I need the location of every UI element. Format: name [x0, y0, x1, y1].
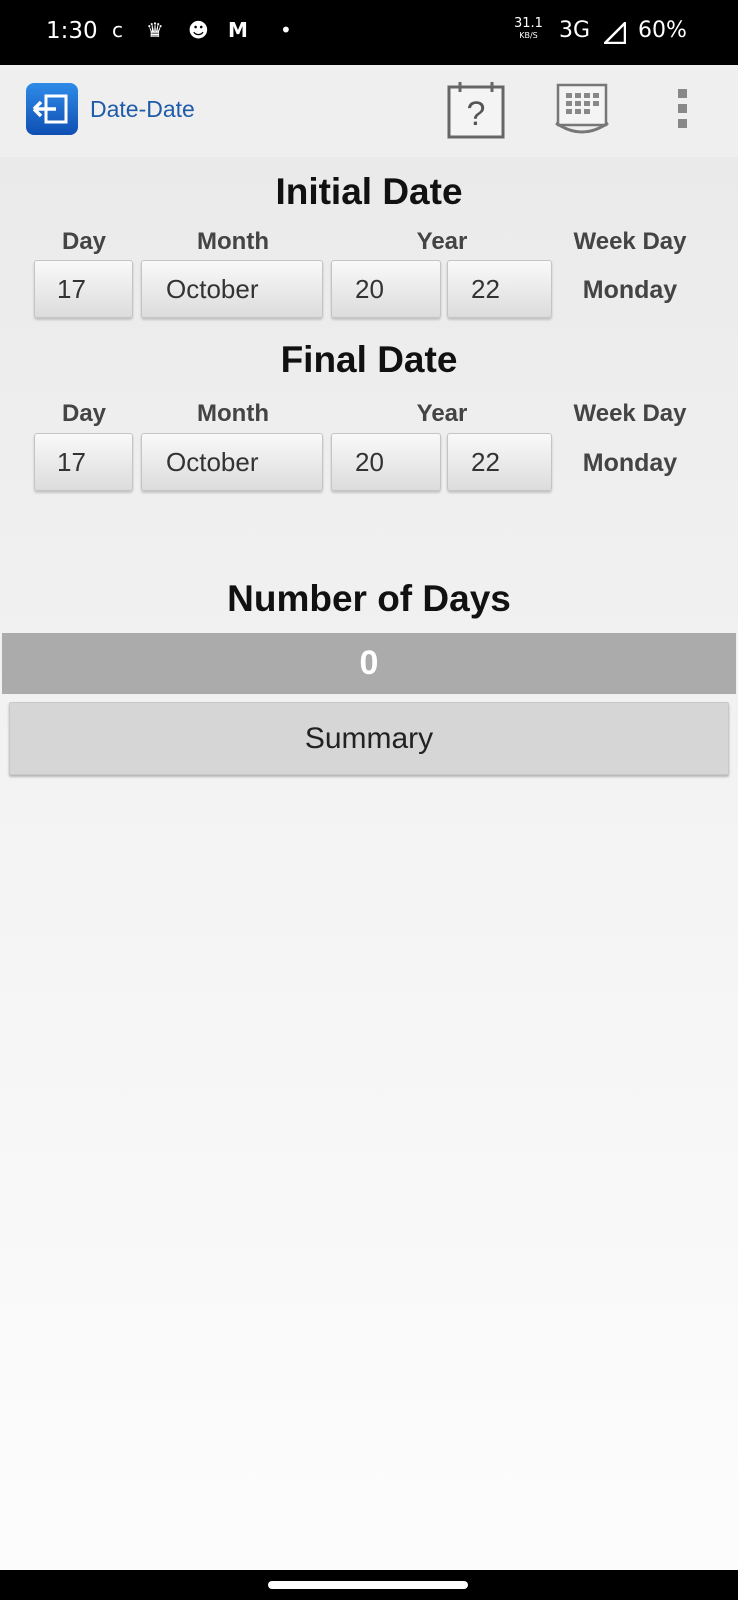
final-weekday-value: Monday [582, 449, 678, 477]
initial-month-label: Month [197, 228, 269, 255]
m-icon: M [228, 18, 248, 42]
signal-icon [604, 22, 626, 44]
final-month-label: Month [197, 400, 269, 427]
reddit-icon: ☻ [188, 18, 209, 42]
initial-year-decade-field[interactable]: 22 [447, 260, 552, 318]
crown-icon: ♛ [146, 18, 164, 42]
final-month-field[interactable]: October [141, 433, 323, 491]
final-day-field[interactable]: 17 [34, 433, 133, 491]
final-day-label: Day [61, 400, 107, 427]
initial-year-century-field[interactable]: 20 [331, 260, 441, 318]
app-title: Date-Date [90, 96, 195, 122]
speed-unit: KB/S [519, 31, 538, 40]
final-date-title: Final Date [280, 339, 458, 380]
final-year-decade-field[interactable]: 22 [447, 433, 552, 491]
navigation-bar [0, 1570, 738, 1600]
clock: 1:30 [46, 18, 98, 44]
initial-weekday-label: Week Day [573, 228, 687, 255]
svg-text:?: ? [467, 95, 486, 133]
status-bar: 1:30 c ♛ ☻ M • 31.1 KB/S 3G 60% [0, 0, 738, 65]
network-type: 3G [559, 18, 591, 43]
c-icon: c [112, 18, 123, 42]
final-year-label: Year [416, 400, 468, 427]
initial-month-field[interactable]: October [141, 260, 323, 318]
initial-year-label: Year [416, 228, 468, 255]
network-speed: 31.1 KB/S [514, 16, 543, 42]
overflow-menu-icon[interactable] [670, 89, 694, 133]
speed-value: 31.1 [514, 16, 543, 31]
home-handle[interactable] [268, 1581, 468, 1589]
initial-weekday-value: Monday [582, 276, 678, 304]
dot-icon: • [280, 18, 292, 42]
number-of-days-value: 0 [2, 633, 736, 694]
initial-date-title: Initial Date [275, 171, 463, 212]
recurring-calendar-icon[interactable] [552, 79, 612, 139]
summary-button[interactable]: Summary [9, 702, 729, 775]
final-year-century-field[interactable]: 20 [331, 433, 441, 491]
back-arrow-icon[interactable] [26, 83, 78, 135]
number-of-days-title: Number of Days [227, 578, 511, 619]
initial-day-label: Day [61, 228, 107, 255]
initial-day-field[interactable]: 17 [34, 260, 133, 318]
app-bar: Date-Date ? [0, 65, 738, 157]
battery-level: 60% [638, 18, 687, 43]
final-weekday-label: Week Day [573, 400, 687, 427]
help-calendar-icon[interactable]: ? [446, 79, 506, 139]
